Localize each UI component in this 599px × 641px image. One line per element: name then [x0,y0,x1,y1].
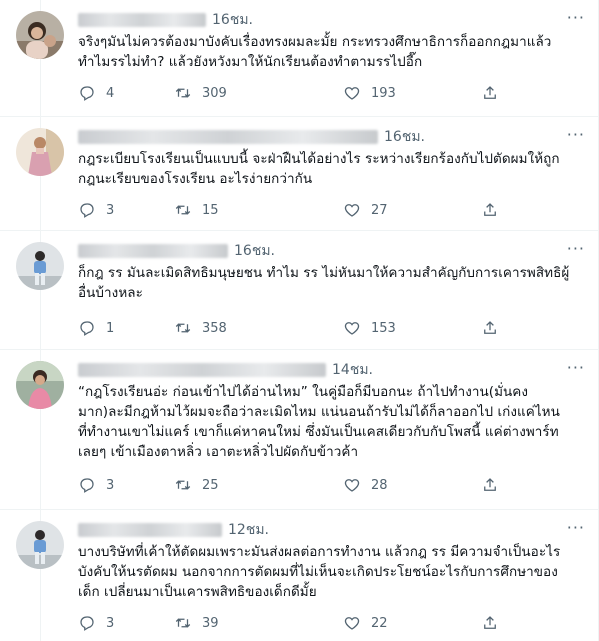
tweet-text: ก็กฎ รร มันละเมิดสิทธิมนุษยชน ทำไม รร ไม… [78,265,570,301]
reply-button[interactable]: 3 [78,614,114,632]
reply-count: 3 [106,615,115,631]
tweet-header: 16ชม. [78,241,275,261]
display-name-redacted[interactable] [78,13,206,27]
retweet-icon [175,618,191,628]
retweet-count: 15 [202,202,219,218]
tweet[interactable]: 16ชม. ··· ก็กฎ รร มันละเมิดสิทธิมนุษยชน … [0,231,599,350]
share-button[interactable] [481,614,499,632]
retweet-button[interactable]: 25 [174,476,219,494]
retweet-button[interactable]: 39 [174,614,219,632]
reply-count: 4 [106,85,115,101]
heart-icon [344,479,360,492]
retweet-button[interactable]: 15 [174,201,219,219]
tweet-actions: 3 25 28 [78,476,508,498]
tweet[interactable]: 12ชม. ··· บางบริษัทที่เค้าให้ตัดผมเพราะม… [0,510,599,641]
tweet[interactable]: 14ชม. ··· “กฎโรงเรียนอ่ะ ก่อนเข้าไปได้อ่… [0,350,599,510]
like-button[interactable]: 193 [343,84,396,102]
like-button[interactable]: 27 [343,201,388,219]
reply-button[interactable]: 1 [78,319,114,337]
retweet-icon [175,323,191,333]
reply-icon [80,86,94,101]
tweet-timestamp[interactable]: 14ชม. [332,359,373,381]
like-count: 22 [371,615,388,631]
like-count: 153 [371,320,396,336]
tweet-actions: 3 39 22 [78,614,508,636]
tweet-text: จริงๆมันไม่ควรต้องมาบังคับเรื่องทรงผมละม… [78,34,552,70]
like-button[interactable]: 22 [343,614,388,632]
tweet-feed: 16ชม. ··· จริงๆมันไม่ควรต้องมาบังคับเรื่… [0,0,599,641]
tweet-header: 14ชม. [78,360,373,380]
tweet-text: บางบริษัทที่เค้าให้ตัดผมเพราะมันส่งผลต่อ… [78,544,561,600]
avatar[interactable] [16,361,64,409]
retweet-icon [175,88,191,98]
more-icon[interactable]: ··· [567,358,585,377]
tweet-timestamp[interactable]: 12ชม. [228,519,269,541]
share-button[interactable] [481,476,499,494]
tweet-text: กฎระเบียบโรงเรียนเป็นแบบนี้ จะฝ่าฝืนได้อ… [78,151,560,187]
tweet-header: 12ชม. [78,520,269,540]
reply-count: 3 [106,477,115,493]
heart-icon [344,204,360,217]
more-icon[interactable]: ··· [567,518,585,537]
heart-icon [344,617,360,630]
like-button[interactable]: 28 [343,476,388,494]
tweet-timestamp[interactable]: 16ชม. [384,126,425,148]
like-count: 193 [371,85,396,101]
tweet-actions: 4 309 193 [78,84,508,106]
avatar[interactable] [16,521,64,569]
more-icon[interactable]: ··· [567,8,585,27]
display-name-redacted[interactable] [78,363,326,377]
share-icon [484,321,496,334]
display-name-redacted[interactable] [78,244,228,258]
share-button[interactable] [481,201,499,219]
heart-icon [344,87,360,100]
reply-icon [80,478,94,493]
tweet-text: “กฎโรงเรียนอ่ะ ก่อนเข้าไปได้อ่านไหม” ในค… [78,384,560,460]
tweet-actions: 1 358 153 [78,319,508,341]
reply-button[interactable]: 3 [78,201,114,219]
more-icon[interactable]: ··· [567,239,585,258]
tweet-timestamp[interactable]: 16ชม. [212,9,253,31]
retweet-count: 309 [202,85,227,101]
reply-button[interactable]: 3 [78,476,114,494]
avatar[interactable] [16,128,64,176]
reply-icon [80,616,94,631]
reply-icon [80,203,94,218]
retweet-icon [175,205,191,215]
share-button[interactable] [481,319,499,337]
reply-button[interactable]: 4 [78,84,114,102]
like-count: 28 [371,477,388,493]
retweet-button[interactable]: 309 [174,84,227,102]
share-icon [484,478,496,491]
tweet-header: 16ชม. [78,10,253,30]
retweet-count: 39 [202,615,219,631]
avatar[interactable] [16,242,64,290]
like-button[interactable]: 153 [343,319,396,337]
tweet[interactable]: 16ชม. ··· กฎระเบียบโรงเรียนเป็นแบบนี้ จะ… [0,117,599,231]
retweet-count: 358 [202,320,227,336]
reply-count: 3 [106,202,115,218]
share-icon [484,203,496,216]
more-icon[interactable]: ··· [567,125,585,144]
retweet-button[interactable]: 358 [174,319,227,337]
share-icon [484,616,496,629]
tweet[interactable]: 16ชม. ··· จริงๆมันไม่ควรต้องมาบังคับเรื่… [0,0,599,117]
reply-count: 1 [106,320,115,336]
tweet-actions: 3 15 27 [78,201,508,223]
display-name-redacted[interactable] [78,130,378,144]
share-button[interactable] [481,84,499,102]
retweet-icon [175,480,191,490]
share-icon [484,86,496,99]
tweet-header: 16ชม. [78,127,425,147]
avatar[interactable] [16,11,64,59]
heart-icon [344,322,360,335]
tweet-timestamp[interactable]: 16ชม. [234,240,275,262]
like-count: 27 [371,202,388,218]
retweet-count: 25 [202,477,219,493]
reply-icon [80,321,94,336]
display-name-redacted[interactable] [78,523,222,537]
